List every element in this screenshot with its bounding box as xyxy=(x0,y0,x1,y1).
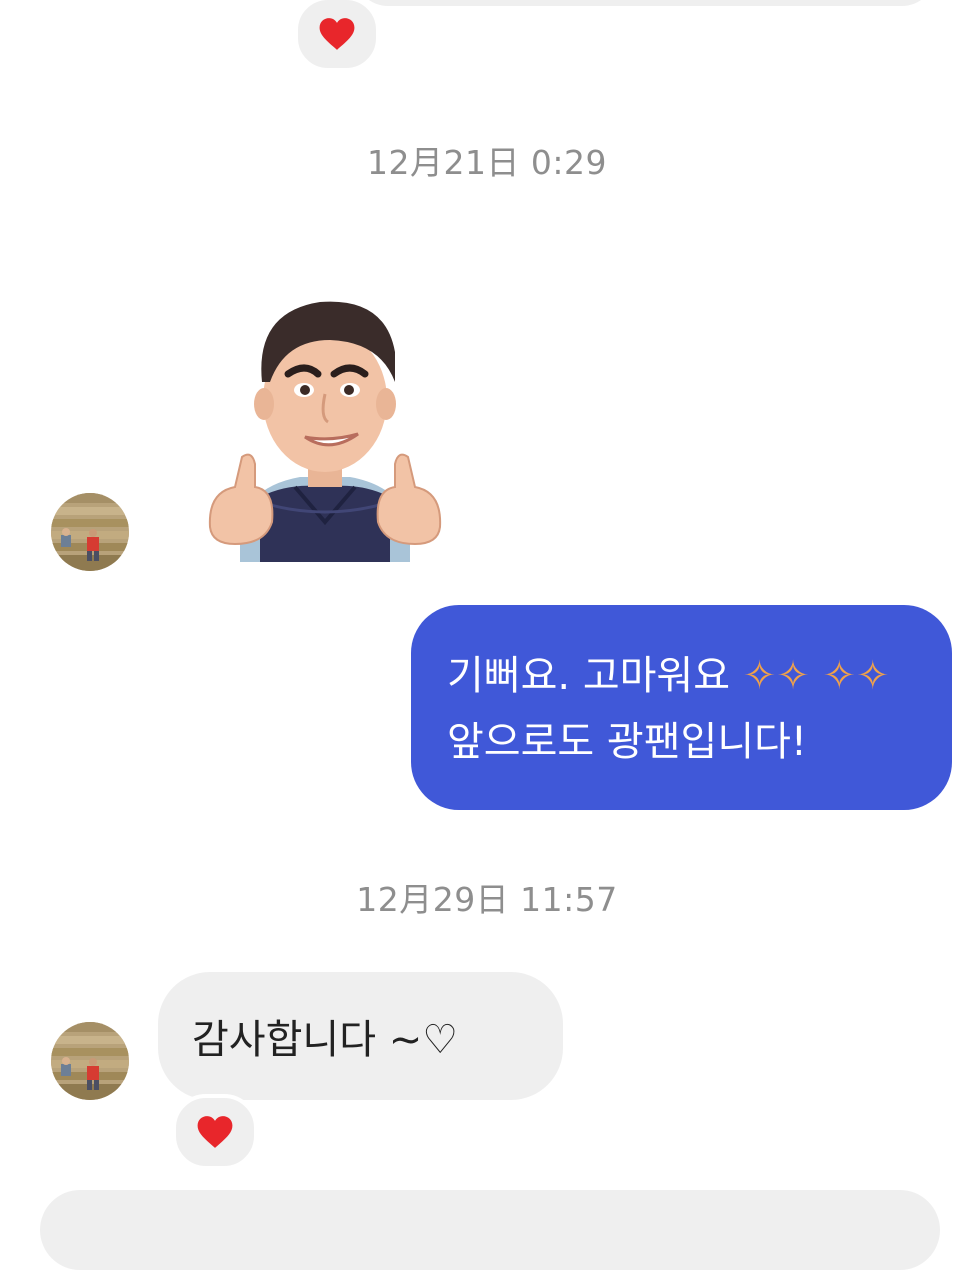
message-bubble-partial[interactable] xyxy=(355,0,935,6)
avatar[interactable] xyxy=(51,1022,129,1100)
timestamp: 12月29日 11:57 xyxy=(356,880,618,919)
heart-icon xyxy=(197,1116,233,1148)
sent-message-line-2: 앞으로도 광팬입니다! xyxy=(447,719,807,765)
reaction-badge[interactable] xyxy=(172,1094,258,1170)
sticker-thumbs-up[interactable] xyxy=(200,282,450,572)
sent-message-bubble[interactable]: 기뻐요. 고마워요 ✧✧ ✧✧ 앞으로도 광팬입니다! xyxy=(411,605,952,810)
received-message-bubble[interactable]: 감사합니다 ~♡ xyxy=(158,972,563,1100)
profile-avatar-image xyxy=(51,1022,129,1100)
sent-message-line-1: 기뻐요. 고마워요 ✧✧ ✧✧ xyxy=(447,643,952,709)
message-bubble-partial[interactable] xyxy=(40,1190,940,1270)
heart-icon xyxy=(319,18,355,50)
received-message-text: 감사합니다 ~♡ xyxy=(192,1017,459,1063)
sparkles-icon: ✧✧ ✧✧ xyxy=(742,653,890,699)
avatar[interactable] xyxy=(51,493,129,571)
sent-message-text-1: 기뻐요. 고마워요 xyxy=(447,653,743,699)
timestamp: 12月21日 0:29 xyxy=(366,143,608,182)
reaction-badge[interactable] xyxy=(294,0,380,72)
profile-avatar-image xyxy=(51,493,129,571)
thumbs-up-avatar-sticker-icon xyxy=(208,301,442,562)
